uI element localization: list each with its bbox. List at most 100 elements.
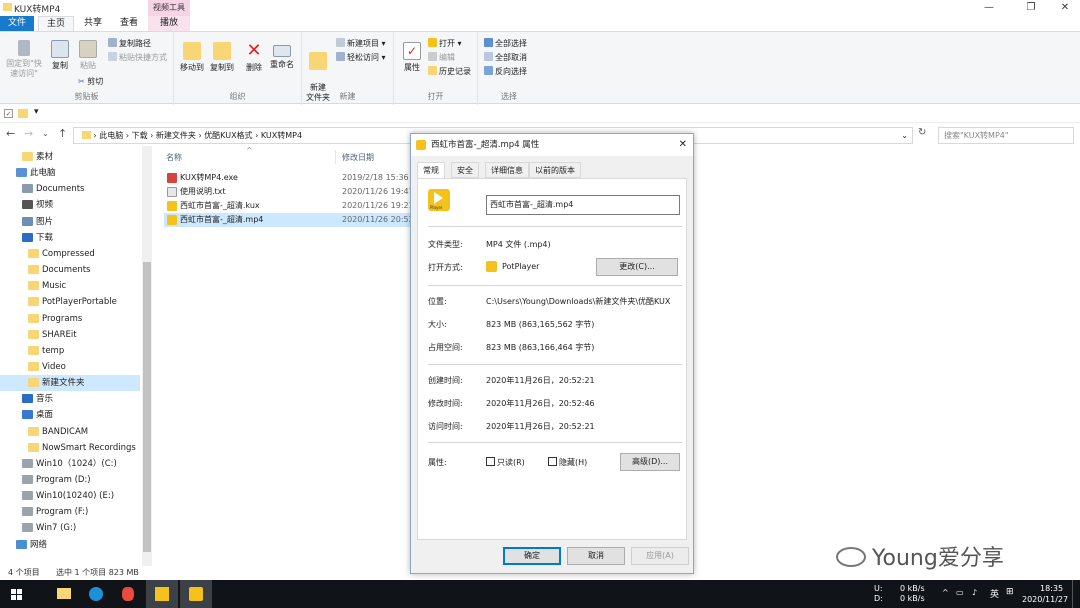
nav-item[interactable]: Program (F:): [0, 504, 140, 520]
folder-icon[interactable]: [18, 109, 28, 118]
breadcrumb-item[interactable]: 此电脑: [99, 131, 123, 140]
breadcrumb-item[interactable]: KUX转MP4: [261, 131, 302, 140]
table-row[interactable]: 西虹市首富-_超清.kux 2020/11/26 19:21: [164, 199, 414, 213]
clock-time[interactable]: 18:35: [1040, 584, 1063, 593]
clock-date[interactable]: 2020/11/27: [1022, 595, 1068, 604]
history-button[interactable]: 历史记录: [428, 66, 471, 78]
table-row[interactable]: KUX转MP4.exe 2019/2/18 15:36: [164, 171, 410, 185]
show-desktop-button[interactable]: [1072, 580, 1076, 608]
nav-item[interactable]: Win10(10240) (E:): [0, 488, 140, 504]
properties-button[interactable]: ✓ 属性: [398, 38, 426, 73]
tab-home[interactable]: 主页: [38, 16, 75, 31]
nav-item[interactable]: Documents: [0, 181, 140, 197]
nav-item[interactable]: Win10（1024）(C:): [0, 456, 140, 472]
column-header-name[interactable]: 名称: [166, 152, 182, 163]
change-button[interactable]: 更改(C)...: [596, 258, 678, 276]
tab-view[interactable]: 查看: [112, 16, 146, 31]
nav-item[interactable]: Video: [0, 359, 140, 375]
properties-icon[interactable]: ✓: [4, 109, 13, 118]
nav-item[interactable]: 图片: [0, 214, 140, 230]
customize-dropdown-icon[interactable]: ▾: [34, 107, 39, 117]
tab-file[interactable]: 文件: [0, 16, 34, 31]
taskbar-kux-converter[interactable]: [146, 580, 178, 608]
breadcrumb-item[interactable]: 优酷KUX格式: [204, 131, 252, 140]
select-all-button[interactable]: 全部选择: [484, 38, 527, 50]
nav-item[interactable]: 此电脑: [0, 165, 140, 181]
search-input[interactable]: 搜索"KUX转MP4": [938, 127, 1074, 144]
taskbar-potplayer[interactable]: [180, 580, 212, 608]
tab-play[interactable]: 播放: [148, 16, 190, 31]
select-none-button[interactable]: 全部取消: [484, 52, 527, 64]
nav-item[interactable]: Programs: [0, 311, 140, 327]
nav-item[interactable]: SHAREit: [0, 327, 140, 343]
breadcrumb-item[interactable]: 新建文件夹: [156, 131, 196, 140]
open-button[interactable]: 打开 ▾: [428, 38, 462, 50]
refresh-icon[interactable]: ↻: [918, 127, 926, 138]
apply-button[interactable]: 应用(A): [631, 547, 689, 565]
paste-button[interactable]: 粘贴: [74, 36, 102, 71]
tab-share[interactable]: 共享: [76, 16, 110, 31]
tab-details[interactable]: 详细信息: [485, 162, 529, 178]
copy-button[interactable]: 复制: [46, 36, 74, 71]
invert-selection-button[interactable]: 反向选择: [484, 66, 527, 78]
volume-icon[interactable]: ♪: [972, 588, 977, 597]
table-row[interactable]: 西虹市首富-_超清.mp4 2020/11/26 20:52: [164, 213, 414, 227]
filename-input[interactable]: 西虹市首富-_超清.mp4: [486, 195, 680, 215]
nav-item[interactable]: Program (D:): [0, 472, 140, 488]
rename-button[interactable]: 重命名: [268, 38, 296, 70]
address-dropdown-icon[interactable]: ⌄: [901, 128, 908, 143]
nav-item[interactable]: Win7 (G:): [0, 520, 140, 536]
start-button[interactable]: [0, 580, 32, 608]
nav-item[interactable]: NowSmart Recordings: [0, 440, 140, 456]
taskbar-app[interactable]: [112, 580, 144, 608]
nav-item[interactable]: Documents: [0, 262, 140, 278]
back-arrow-icon[interactable]: ←: [6, 127, 15, 140]
ime-indicator[interactable]: 英: [990, 587, 999, 600]
hidden-checkbox[interactable]: 隐藏(H): [548, 457, 587, 468]
breadcrumb-item[interactable]: 下载: [132, 131, 148, 140]
column-header-date[interactable]: 修改日期: [342, 152, 374, 163]
tab-previous-versions[interactable]: 以前的版本: [529, 162, 581, 178]
nav-item[interactable]: 下载: [0, 230, 140, 246]
nav-item[interactable]: PotPlayerPortable: [0, 294, 140, 310]
pin-button[interactable]: 固定到"快速访问": [4, 36, 44, 79]
edit-button[interactable]: 编辑: [428, 52, 455, 64]
nav-item[interactable]: BANDICAM: [0, 424, 140, 440]
network-icon[interactable]: ▭: [956, 588, 964, 597]
nav-scrollbar-thumb[interactable]: [143, 262, 151, 552]
recent-chevron-icon[interactable]: ⌄: [42, 129, 49, 138]
ime-mode-icon[interactable]: ⊞: [1006, 587, 1014, 597]
taskbar-file-explorer[interactable]: [48, 580, 80, 608]
tab-security[interactable]: 安全: [451, 162, 479, 178]
tray-expand-icon[interactable]: ^: [942, 588, 949, 597]
nav-item[interactable]: 新建文件夹: [0, 375, 140, 392]
easy-access-button[interactable]: 轻松访问 ▾: [336, 52, 386, 64]
minimize-button[interactable]: —: [976, 0, 1002, 16]
nav-item[interactable]: 桌面: [0, 407, 140, 423]
readonly-checkbox[interactable]: 只读(R): [486, 457, 525, 468]
close-button[interactable]: ✕: [1052, 0, 1078, 16]
forward-arrow-icon[interactable]: →: [24, 127, 33, 140]
nav-item[interactable]: 视频: [0, 197, 140, 213]
nav-item[interactable]: temp: [0, 343, 140, 359]
nav-item[interactable]: Music: [0, 278, 140, 294]
nav-item[interactable]: 音乐: [0, 391, 140, 407]
nav-item[interactable]: 素材: [0, 149, 140, 165]
tab-general[interactable]: 常规: [417, 162, 445, 179]
cancel-button[interactable]: 取消: [567, 547, 625, 565]
paste-shortcut-button[interactable]: 粘贴快捷方式: [108, 52, 167, 64]
nav-item[interactable]: Compressed: [0, 246, 140, 262]
cut-button[interactable]: ✂ 剪切: [78, 76, 103, 88]
dialog-close-icon[interactable]: ✕: [679, 134, 687, 156]
maximize-button[interactable]: ❐: [1018, 0, 1044, 16]
nav-item[interactable]: 网络: [0, 537, 140, 553]
copy-path-button[interactable]: 复制路径: [108, 38, 151, 50]
move-to-button[interactable]: 移动到: [178, 38, 206, 73]
new-item-button[interactable]: 新建项目 ▾: [336, 38, 386, 50]
delete-button[interactable]: ✕ 删除: [240, 38, 268, 73]
copy-to-button[interactable]: 复制到: [208, 38, 236, 73]
table-row[interactable]: 使用说明.txt 2020/11/26 19:47: [164, 185, 414, 199]
taskbar-edge[interactable]: [80, 580, 112, 608]
advanced-button[interactable]: 高级(D)...: [620, 453, 680, 471]
ok-button[interactable]: 确定: [503, 547, 561, 565]
